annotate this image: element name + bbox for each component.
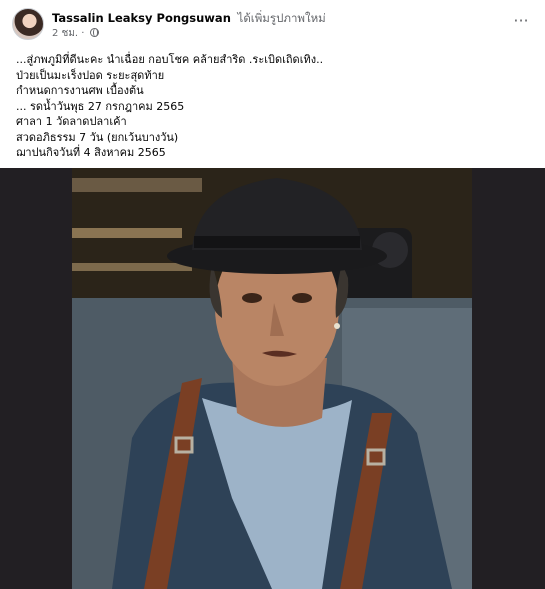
post-text: ...สู่ภพภูมิที่ดีนะคะ นำเฉื่อย กอบโชค คล… <box>16 53 324 159</box>
photo-image <box>72 168 472 589</box>
author-name[interactable]: Tassalin Leaksy Pongsuwan <box>52 11 231 25</box>
post-meta: 2 ชม. · <box>52 26 99 41</box>
post-header: Tassalin Leaksy Pongsuwan ได้เพิ่มรูปภาพ… <box>0 0 545 42</box>
post-timestamp[interactable]: 2 ชม. <box>52 28 78 39</box>
globe-icon[interactable] <box>89 28 99 37</box>
more-horizontal-icon: ··· <box>513 11 529 30</box>
meta-separator: · <box>81 28 85 39</box>
avatar[interactable] <box>12 8 44 40</box>
portrait-illustration <box>72 168 472 589</box>
more-options-button[interactable]: ··· <box>509 10 533 34</box>
post-photo[interactable] <box>0 168 545 589</box>
author-action: ได้เพิ่มรูปภาพใหม่ <box>237 11 326 25</box>
